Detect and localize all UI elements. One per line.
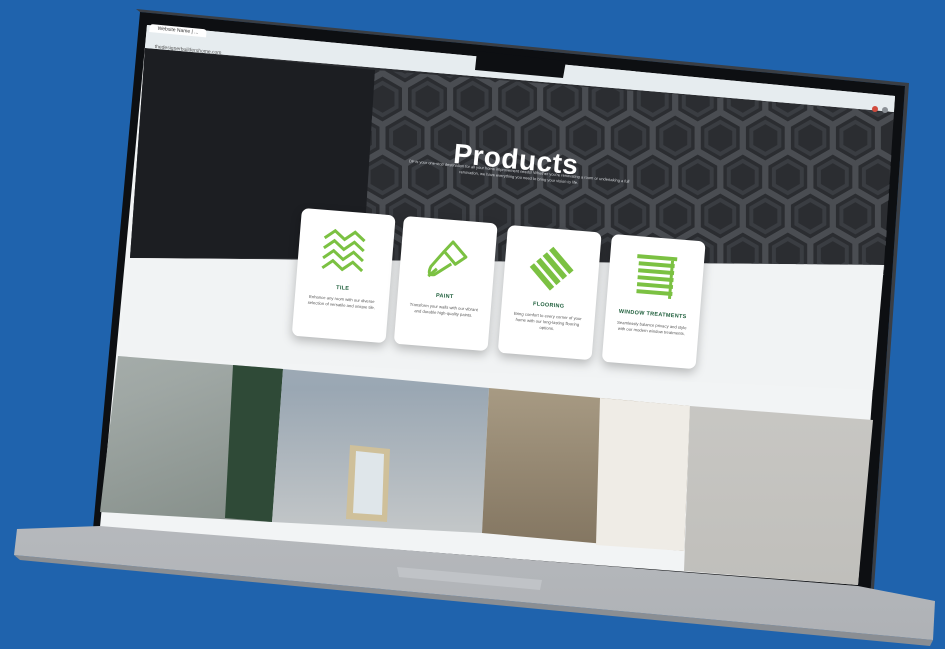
- product-card-flooring[interactable]: FLOORING Bring comfort to every corner o…: [497, 225, 602, 361]
- extension-icon[interactable]: [872, 106, 878, 112]
- tile-chevron-icon: [321, 228, 366, 273]
- hex-tile-shape: [861, 158, 894, 196]
- laptop-mockup: Website Name | ... thedesignerbuildersho…: [0, 0, 945, 649]
- hex-tile-shape: [704, 119, 737, 157]
- card-description: Enhance any room with our diverse select…: [307, 293, 376, 311]
- hex-tile-shape: [614, 119, 647, 157]
- card-description: Seamlessly balance privacy and style wit…: [616, 319, 687, 337]
- profile-icon[interactable]: [882, 107, 888, 113]
- hex-tile-shape: [816, 158, 849, 196]
- hex-tile-shape: [456, 80, 489, 118]
- hex-tile-shape: [794, 119, 827, 157]
- hex-tile-shape: [749, 197, 782, 235]
- product-card-paint[interactable]: PAINT Transform your walls with our vibr…: [393, 216, 498, 352]
- hex-tile-shape: [726, 158, 759, 196]
- hex-tile-shape: [636, 158, 669, 196]
- hex-tile-shape: [569, 197, 602, 235]
- hex-tile-shape: [389, 119, 421, 157]
- hex-tile-shape: [839, 70, 872, 79]
- product-card-tile[interactable]: TILE Enhance any room with our diverse s…: [291, 208, 396, 344]
- hex-tile-shape: [839, 197, 872, 235]
- flooring-planks-icon: [529, 246, 574, 291]
- hex-tile-shape: [501, 80, 534, 118]
- hex-tile-shape: [546, 80, 579, 118]
- hex-tile-shape: [614, 197, 647, 235]
- hex-tile-shape: [749, 119, 782, 157]
- hex-tile-shape: [771, 158, 804, 196]
- hex-tile-shape: [839, 119, 872, 157]
- window-blinds-icon: [636, 254, 678, 299]
- hex-tile-shape: [411, 80, 444, 118]
- paint-brush-icon: [427, 240, 468, 278]
- hex-tile-shape: [704, 197, 737, 235]
- card-description: Bring comfort to every corner of your ho…: [513, 310, 582, 332]
- product-card-window-treatments[interactable]: WINDOW TREATMENTS Seamlessly balance pri…: [601, 234, 706, 370]
- hex-tile-shape: [681, 158, 714, 196]
- hex-tile-shape: [366, 158, 399, 196]
- card-description: Transform your walls with our vibrant an…: [409, 301, 479, 318]
- hex-tile-shape: [794, 197, 827, 235]
- hex-tile-shape: [659, 197, 692, 235]
- hex-tile-shape: [659, 119, 692, 157]
